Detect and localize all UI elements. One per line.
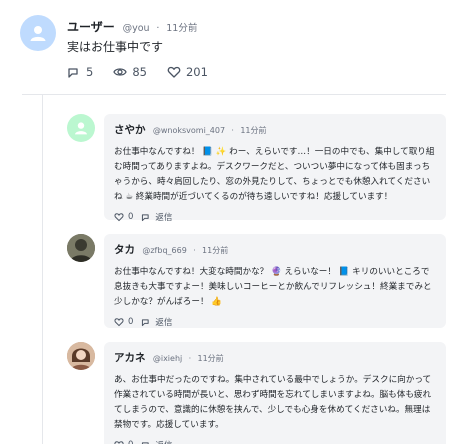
reply-reply-button[interactable]: 返信 (141, 439, 172, 444)
reply-like-count: 0 (128, 212, 134, 222)
reply-text: あ、お仕事中だったのですね。集中されている最中でしょうか。デスクに向かって作業さ… (114, 375, 432, 430)
reply-like-button[interactable]: 0 (114, 212, 133, 222)
reply-actions: 0 返信 (114, 211, 436, 223)
separator-dot: · (156, 23, 160, 34)
photo-avatar-icon (67, 234, 95, 262)
post-text: 実はお仕事中です (67, 40, 164, 54)
post-header: ユーザー @you · 11分前 (67, 18, 197, 35)
reply-time: 11分前 (197, 354, 224, 363)
heart-icon (114, 318, 124, 327)
separator-dot: · (193, 246, 196, 255)
views-button[interactable]: 85 (113, 65, 147, 79)
reply-text: お仕事中なんですね！大変な時間かな？ 🔮 えらいなー！ 📘 キリのいいところで息… (114, 267, 432, 307)
reply-header: さやか @wnoksvomi_407 · 11分前 (114, 122, 436, 138)
reply-author-name[interactable]: タカ (114, 244, 135, 256)
author-name[interactable]: ユーザー (67, 20, 115, 34)
reply-card: タカ @zfbq_669 · 11分前 お仕事中なんですね！大変な時間かな？ 🔮… (104, 234, 446, 328)
avatar[interactable] (67, 234, 95, 262)
reply-like-button[interactable]: 0 (114, 317, 133, 327)
reply-icon (142, 442, 150, 444)
heart-icon (167, 66, 181, 78)
avatar[interactable] (67, 342, 95, 370)
like-button[interactable]: 201 (167, 65, 208, 79)
reply-time: 11分前 (202, 246, 229, 255)
reply-author-name[interactable]: さやか (114, 124, 146, 136)
reply-header: タカ @zfbq_669 · 11分前 (114, 242, 436, 258)
reply-actions: 0 返信 (114, 439, 436, 444)
separator-dot: · (231, 126, 234, 135)
reply-author-name[interactable]: アカネ (114, 352, 146, 364)
reply-author-handle: @zfbq_669 (142, 246, 187, 255)
reply-icon (142, 319, 150, 327)
reply-card: さやか @wnoksvomi_407 · 11分前 お仕事中なんですね！ 📘 ✨… (104, 114, 446, 223)
reply-label: 返信 (155, 318, 173, 328)
person-icon (75, 122, 87, 135)
like-count: 201 (185, 65, 208, 79)
reply-label: 返信 (155, 213, 173, 223)
view-count: 85 (132, 65, 147, 79)
photo-avatar-icon (67, 342, 95, 370)
reply-header: アカネ @ixiehj · 11分前 (114, 350, 436, 366)
reply-label: 返信 (155, 439, 172, 444)
reply-like-count: 0 (128, 440, 133, 444)
reply-time: 11分前 (240, 126, 267, 135)
reply-text: お仕事中なんですね！ 📘 ✨ わー、えらいです…！一日の中でも、集中して取り組む… (114, 147, 435, 202)
reply-button[interactable]: 5 (67, 65, 93, 79)
reply-author-handle: @wnoksvomi_407 (152, 126, 226, 135)
post-actions: 5 85 201 (67, 65, 228, 79)
heart-icon (114, 213, 124, 222)
reply-like-button[interactable]: 0 (114, 440, 133, 444)
eye-icon (113, 68, 128, 76)
user-avatar[interactable] (20, 15, 56, 51)
reply-actions: 0 返信 (114, 316, 436, 328)
main-post: ユーザー @you · 11分前 実はお仕事中です 5 85 201 (0, 0, 464, 96)
separator-dot: · (188, 354, 192, 363)
post-time: 11分前 (166, 23, 198, 34)
reply-like-count: 0 (128, 317, 134, 327)
reply-reply-button[interactable]: 返信 (141, 211, 172, 223)
reply-author-handle: @ixiehj (152, 354, 183, 363)
reply-count: 5 (86, 65, 94, 79)
reply-icon (142, 214, 150, 222)
reply-icon (68, 68, 78, 78)
avatar[interactable] (67, 114, 95, 142)
author-handle: @you (122, 23, 150, 34)
thread-page: ユーザー @you · 11分前 実はお仕事中です 5 85 201 さやか @… (0, 0, 464, 444)
heart-icon (114, 441, 124, 444)
thread-connector (42, 95, 43, 444)
reply-card: アカネ @ixiehj · 11分前 あ、お仕事中だったのですね。集中されている… (104, 342, 446, 444)
post-divider (22, 94, 446, 95)
reply-reply-button[interactable]: 返信 (141, 316, 172, 328)
person-icon (30, 26, 46, 41)
